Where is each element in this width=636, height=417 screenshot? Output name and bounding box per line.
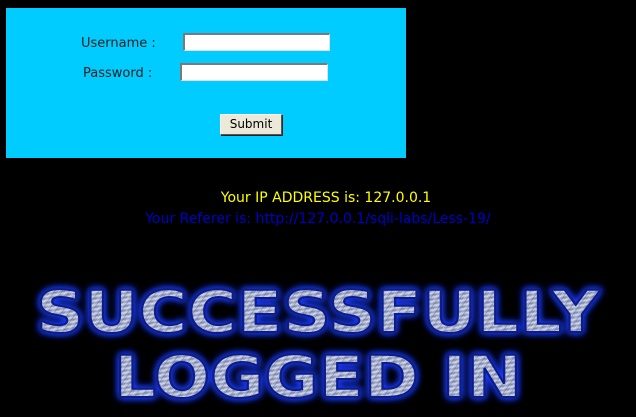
- referer-text: Your Referer is: http://127.0.0.1/sqli-l…: [145, 211, 491, 227]
- page: Username : Password : Submit Your IP ADD…: [0, 0, 636, 417]
- password-input[interactable]: [180, 63, 328, 81]
- banner-line-2: LOGGED IN: [114, 343, 522, 411]
- password-label: Password :: [83, 66, 153, 81]
- submit-button[interactable]: Submit: [220, 114, 282, 135]
- success-banner-image: SUCCESSFULLY LOGGED IN: [0, 270, 636, 417]
- ip-address-text: Your IP ADDRESS is: 127.0.0.1: [220, 190, 432, 206]
- username-label: Username :: [81, 36, 156, 51]
- banner-line-1: SUCCESSFULLY: [36, 278, 601, 346]
- username-input[interactable]: [183, 33, 330, 51]
- login-form: Username : Password : Submit: [6, 8, 406, 158]
